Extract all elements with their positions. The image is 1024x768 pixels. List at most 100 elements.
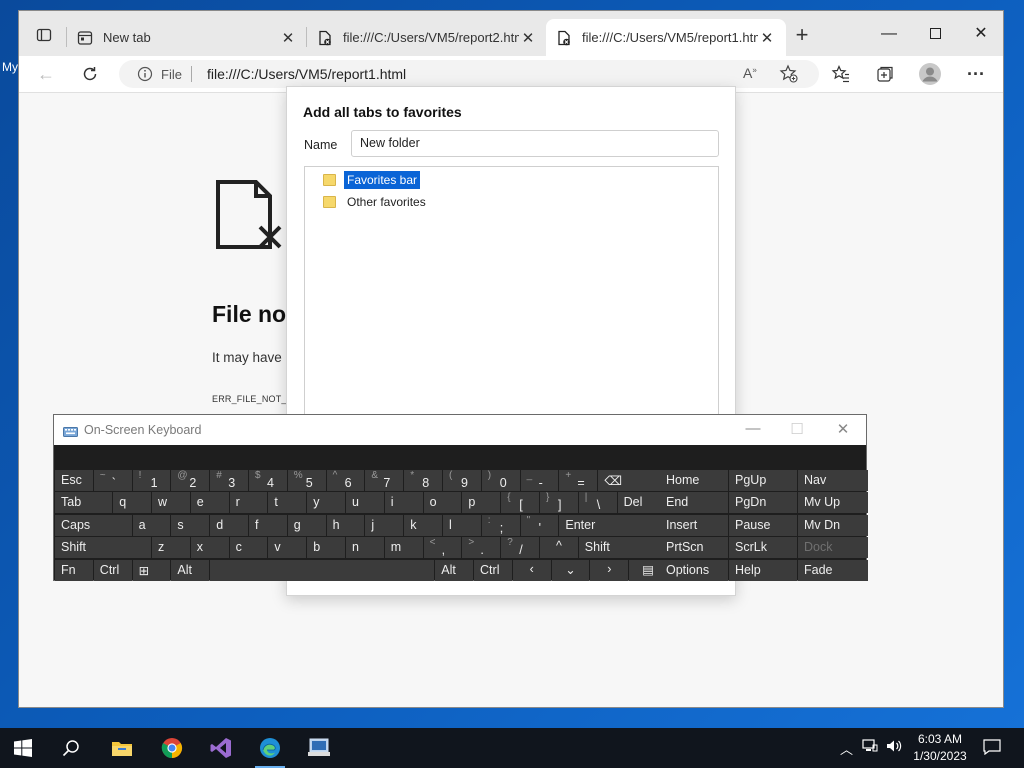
- show-hidden-icons-icon[interactable]: ︿: [840, 739, 853, 758]
- visual-studio-icon[interactable]: [198, 728, 244, 768]
- osk-key-help[interactable]: Help: [729, 559, 797, 581]
- osk-key-l[interactable]: l: [443, 514, 481, 536]
- back-icon[interactable]: ←: [33, 62, 59, 86]
- more-menu-icon[interactable]: ···: [963, 62, 989, 86]
- osk-key-u[interactable]: u: [346, 492, 384, 514]
- osk-key-tab[interactable]: Tab: [55, 492, 113, 514]
- minimize-icon[interactable]: —: [866, 21, 912, 47]
- osk-key-203a[interactable]: ›: [590, 559, 629, 581]
- tab-report2[interactable]: file:///C:/Users/VM5/report2.htm ✕: [307, 19, 547, 56]
- osk-key-pgdn[interactable]: PgDn: [729, 492, 797, 514]
- maximize-icon[interactable]: [912, 21, 958, 47]
- chrome-icon[interactable]: [149, 728, 195, 768]
- osk-key-insert[interactable]: Insert: [660, 514, 728, 536]
- osk-key-y[interactable]: y: [307, 492, 345, 514]
- edge-icon[interactable]: [247, 728, 293, 768]
- osk-key-q[interactable]: q: [113, 492, 151, 514]
- osk-key-2e[interactable]: >.: [462, 537, 501, 559]
- osk-key-k[interactable]: k: [404, 514, 442, 536]
- osk-key-ctrl[interactable]: Ctrl: [93, 559, 132, 581]
- osk-key-3d[interactable]: + =: [559, 470, 598, 491]
- osk-key-w[interactable]: w: [152, 492, 190, 514]
- osk-key-del[interactable]: Del: [617, 492, 664, 514]
- osk-key-prtscn[interactable]: PrtScn: [660, 537, 728, 559]
- osk-key-2d[interactable]: _ -: [520, 470, 559, 491]
- osk-key-9[interactable]: (9: [443, 470, 481, 491]
- osk-key-options[interactable]: Options: [660, 559, 728, 581]
- osk-key-m[interactable]: m: [384, 537, 423, 559]
- osk-key-caps[interactable]: Caps: [55, 514, 132, 536]
- profile-avatar-icon[interactable]: [917, 62, 943, 86]
- osk-key-i[interactable]: i: [384, 492, 423, 514]
- osk-key-3b[interactable]: :;: [481, 514, 520, 536]
- osk-key-2039[interactable]: ‹: [512, 559, 551, 581]
- osk-key-60[interactable]: ~ `: [93, 470, 132, 491]
- close-window-icon[interactable]: ✕: [958, 21, 1004, 47]
- osk-key-b[interactable]: b: [307, 537, 345, 559]
- osk-key-5d[interactable]: }]: [540, 492, 578, 514]
- osk-key-g[interactable]: g: [287, 514, 326, 536]
- osk-key-232b[interactable]: ⌫: [598, 470, 664, 491]
- osk-key-2f[interactable]: ? /: [501, 537, 539, 559]
- osk-key-x[interactable]: x: [190, 537, 229, 559]
- osk-key-shift[interactable]: Shift: [578, 537, 664, 559]
- osk-key-2[interactable]: @2: [171, 470, 210, 491]
- osk-key-2304[interactable]: ⌄: [551, 559, 590, 581]
- osk-key-end[interactable]: End: [660, 492, 728, 514]
- refresh-icon[interactable]: [77, 62, 103, 86]
- osk-key-o[interactable]: o: [423, 492, 462, 514]
- osk-key-2c[interactable]: <,: [423, 537, 462, 559]
- osk-key-e[interactable]: e: [190, 492, 229, 514]
- favorites-icon[interactable]: [828, 62, 854, 86]
- notifications-icon[interactable]: [983, 739, 1001, 758]
- osk-key-ctrl[interactable]: Ctrl: [474, 559, 512, 581]
- osk-key-d[interactable]: d: [210, 514, 248, 536]
- osk-key-5b[interactable]: {[: [501, 492, 539, 514]
- osk-key-1[interactable]: ! 1: [132, 470, 171, 491]
- start-icon[interactable]: [0, 728, 46, 768]
- osk-key-4[interactable]: $4: [249, 470, 287, 491]
- osk-key-s[interactable]: s: [171, 514, 210, 536]
- search-icon[interactable]: [48, 728, 94, 768]
- osk-key-shift[interactable]: Shift: [55, 537, 151, 559]
- address-url[interactable]: file:///C:/Users/VM5/report1.html: [207, 66, 406, 82]
- osk-key-5[interactable]: % 5: [287, 470, 326, 491]
- osk-close-icon[interactable]: ✕: [828, 420, 858, 438]
- network-icon[interactable]: [862, 739, 878, 756]
- new-tab-plus-icon[interactable]: +: [789, 22, 815, 47]
- osk-key-c[interactable]: c: [229, 537, 268, 559]
- remote-desktop-icon[interactable]: [296, 728, 342, 768]
- osk-key-fn[interactable]: Fn: [55, 559, 93, 581]
- osk-key-enter[interactable]: Enter: [559, 514, 664, 536]
- osk-key-h[interactable]: h: [326, 514, 365, 536]
- tab-new-tab[interactable]: New tab ✕: [67, 19, 307, 56]
- read-aloud-icon[interactable]: A»: [743, 65, 757, 81]
- osk-key-t[interactable]: t: [268, 492, 307, 514]
- osk-key-scrlk[interactable]: ScrLk: [729, 537, 797, 559]
- osk-key-space[interactable]: [210, 559, 435, 581]
- osk-key-6[interactable]: ^ 6: [326, 470, 365, 491]
- folder-item-favorites-bar[interactable]: Favorites bar: [323, 170, 421, 189]
- osk-key-v[interactable]: v: [268, 537, 307, 559]
- close-tab-icon[interactable]: ✕: [519, 29, 537, 47]
- osk-key-fade[interactable]: Fade: [798, 559, 868, 581]
- osk-key-f[interactable]: f: [249, 514, 287, 536]
- close-tab-icon[interactable]: ✕: [279, 29, 297, 47]
- osk-key-z[interactable]: z: [152, 537, 190, 559]
- osk-key-0[interactable]: ) 0: [481, 470, 520, 491]
- osk-maximize-icon[interactable]: ☐: [782, 420, 812, 438]
- tab-report1[interactable]: file:///C:/Users/VM5/report1.htm ✕: [546, 19, 786, 56]
- osk-key-alt[interactable]: Alt: [435, 559, 474, 581]
- osk-key-229e[interactable]: ⊞: [132, 559, 171, 581]
- osk-key-p[interactable]: p: [462, 492, 501, 514]
- collections-icon[interactable]: [872, 62, 898, 86]
- osk-key-pgup[interactable]: PgUp: [729, 470, 797, 491]
- osk-key-home[interactable]: Home: [660, 470, 728, 491]
- osk-key-mv-dn[interactable]: Mv Dn: [798, 514, 868, 536]
- osk-key-5c[interactable]: | \: [578, 492, 617, 514]
- osk-key-j[interactable]: j: [365, 514, 404, 536]
- osk-key-8[interactable]: * 8: [404, 470, 442, 491]
- volume-icon[interactable]: [886, 739, 902, 756]
- osk-key-5e[interactable]: ^: [540, 537, 578, 559]
- osk-key-r[interactable]: r: [229, 492, 268, 514]
